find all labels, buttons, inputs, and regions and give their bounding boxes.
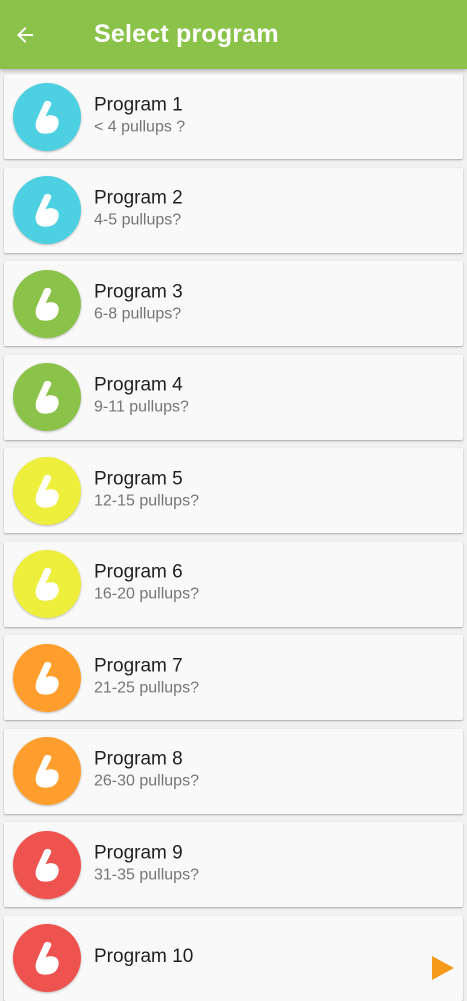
program-text: Program 3 6-8 pullups? xyxy=(94,281,183,324)
program-avatar xyxy=(13,176,81,244)
program-card[interactable]: Program 3 6-8 pullups? xyxy=(4,261,463,346)
flexed-bicep-icon xyxy=(27,377,67,417)
flexed-bicep-icon xyxy=(27,190,67,230)
program-card[interactable]: Program 6 16-20 pullups? xyxy=(4,541,463,627)
program-avatar xyxy=(13,924,81,992)
flexed-bicep-icon xyxy=(27,284,67,324)
program-name: Program 8 xyxy=(94,748,183,770)
flexed-bicep-icon xyxy=(27,751,67,791)
program-text: Program 7 21-25 pullups? xyxy=(94,655,199,698)
program-name: Program 9 xyxy=(94,842,183,864)
flexed-bicep-icon xyxy=(27,471,67,511)
program-card[interactable]: Program 2 4-5 pullups? xyxy=(4,167,463,253)
program-subtitle: 12-15 pullups? xyxy=(94,492,199,510)
program-avatar xyxy=(13,82,81,151)
back-button[interactable] xyxy=(0,0,50,69)
program-avatar xyxy=(13,737,81,805)
program-text: Program 5 12-15 pullups? xyxy=(94,468,199,511)
program-name: Program 3 xyxy=(94,281,183,303)
program-card[interactable]: Program 9 31-35 pullups? xyxy=(4,822,463,907)
program-subtitle: 6-8 pullups? xyxy=(94,305,182,323)
program-card[interactable]: Program 7 21-25 pullups? xyxy=(4,635,463,720)
program-name: Program 6 xyxy=(94,561,183,583)
program-card[interactable]: Program 10 xyxy=(4,915,463,1001)
program-text: Program 1 < 4 pullups ? xyxy=(94,94,185,137)
program-subtitle: 16-20 pullups? xyxy=(94,585,199,603)
program-name: Program 2 xyxy=(94,187,183,209)
flexed-bicep-icon xyxy=(27,97,67,137)
program-card[interactable]: Program 5 12-15 pullups? xyxy=(4,448,463,533)
program-subtitle: < 4 pullups ? xyxy=(94,118,186,136)
program-avatar xyxy=(13,643,81,712)
program-avatar xyxy=(13,550,81,618)
app-bar: Select program xyxy=(0,0,467,69)
program-subtitle: 4-5 pullups? xyxy=(94,211,182,229)
program-subtitle: 26-30 pullups? xyxy=(94,772,199,790)
program-avatar xyxy=(13,363,81,431)
program-card[interactable]: Program 8 26-30 pullups? xyxy=(4,728,463,814)
program-text: Program 4 9-11 pullups? xyxy=(94,375,189,418)
program-text: Program 2 4-5 pullups? xyxy=(94,188,183,231)
program-text: Program 8 26-30 pullups? xyxy=(94,749,199,792)
page-title: Select program xyxy=(94,20,279,48)
program-card[interactable]: Program 1 < 4 pullups ? xyxy=(4,74,463,159)
program-subtitle: 31-35 pullups? xyxy=(94,866,199,884)
program-avatar xyxy=(13,269,81,338)
flexed-bicep-icon xyxy=(27,938,67,978)
arrow-left-icon xyxy=(13,23,37,47)
program-name: Program 1 xyxy=(94,94,183,116)
program-text: Program 10 xyxy=(94,946,193,969)
play-triangle-icon[interactable] xyxy=(432,955,454,980)
flexed-bicep-icon xyxy=(27,564,67,604)
program-name: Program 5 xyxy=(94,468,183,490)
flexed-bicep-icon xyxy=(27,658,67,698)
program-card[interactable]: Program 4 9-11 pullups? xyxy=(4,354,463,440)
program-name: Program 10 xyxy=(94,946,194,968)
program-name: Program 4 xyxy=(94,374,183,396)
program-subtitle: 21-25 pullups? xyxy=(94,679,199,697)
program-subtitle: 9-11 pullups? xyxy=(94,398,189,416)
program-name: Program 7 xyxy=(94,655,183,677)
program-text: Program 6 16-20 pullups? xyxy=(94,562,199,605)
program-avatar xyxy=(13,830,81,899)
program-text: Program 9 31-35 pullups? xyxy=(94,842,199,885)
program-avatar xyxy=(13,456,81,525)
flexed-bicep-icon xyxy=(27,845,67,885)
